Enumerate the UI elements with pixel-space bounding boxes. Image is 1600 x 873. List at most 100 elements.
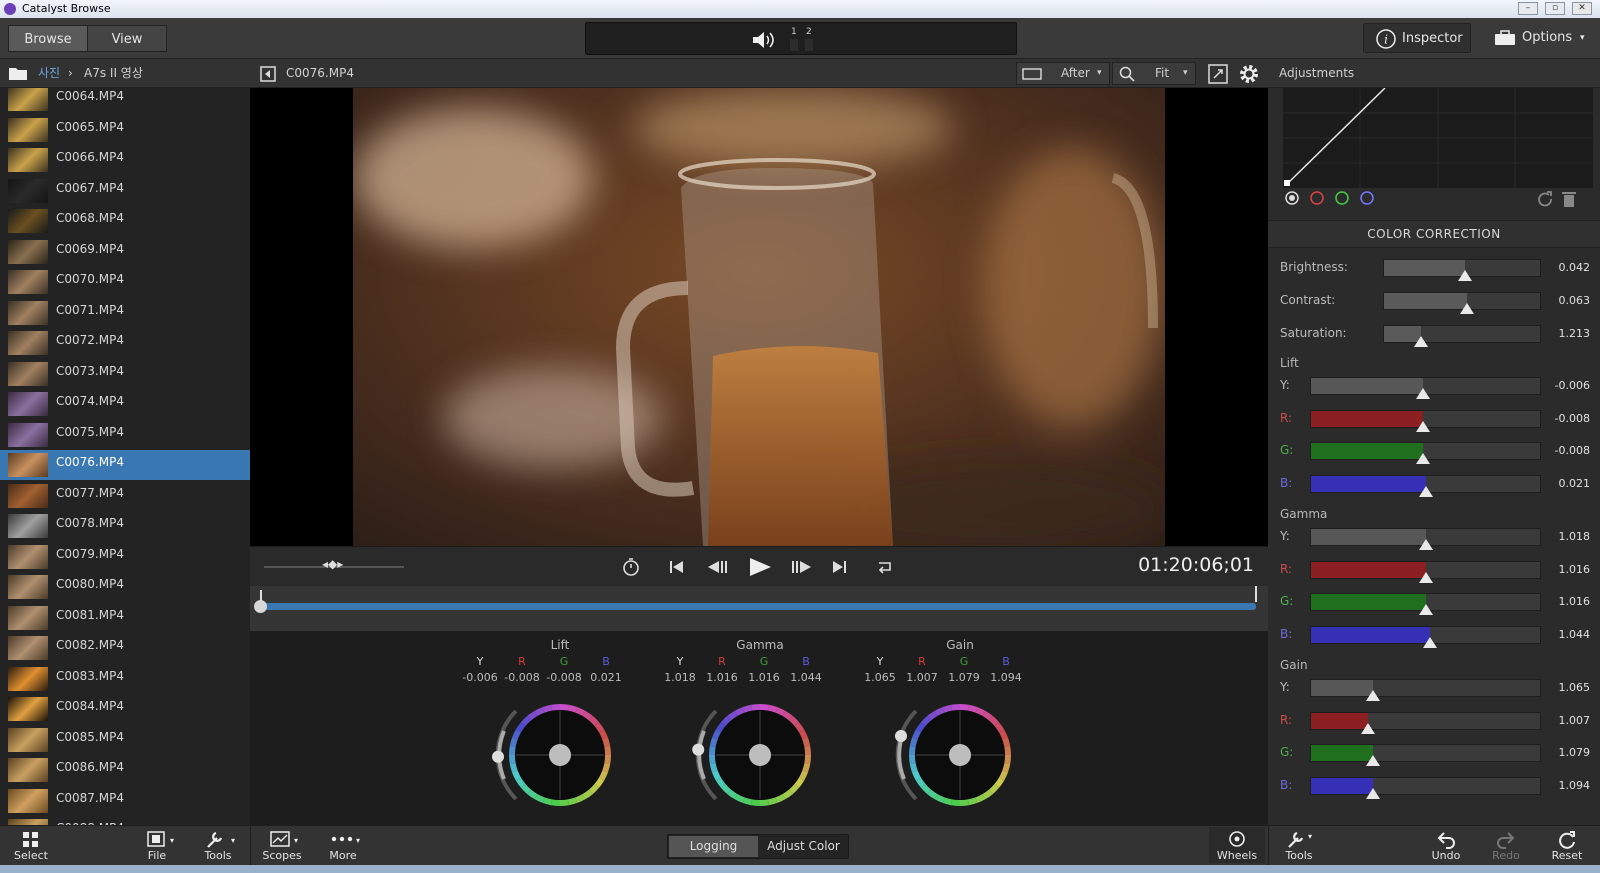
clip-list-item[interactable]: C0080.MP4 [0, 572, 250, 602]
loop-icon[interactable] [875, 558, 895, 576]
wheel-master-knob[interactable] [692, 743, 705, 756]
brightness-slider[interactable] [1383, 259, 1541, 281]
tab-view[interactable]: View [87, 25, 167, 52]
gamma-r-slider[interactable] [1310, 560, 1541, 583]
clip-list-item[interactable]: C0075.MP4 [0, 420, 250, 450]
logging-tab[interactable]: Logging [669, 836, 758, 857]
clip-list-item[interactable]: C0065.MP4 [0, 115, 250, 145]
clip-list-item[interactable]: C0088.MP4 [0, 816, 250, 825]
tab-browse[interactable]: Browse [8, 25, 88, 52]
gamma-b-slider[interactable] [1310, 626, 1541, 649]
lift-y-slider[interactable] [1310, 377, 1541, 399]
clip-list-item[interactable]: C0087.MP4 [0, 786, 250, 816]
select-button[interactable]: Select [6, 829, 56, 862]
options-button[interactable]: Options ▾ [1484, 23, 1592, 53]
gain-b-slider-handle[interactable] [1365, 788, 1380, 800]
color-wheel[interactable] [880, 690, 1020, 820]
clip-list-item[interactable]: C0077.MP4 [0, 481, 250, 511]
trash-icon[interactable] [1561, 190, 1577, 208]
tools-button[interactable]: ▾ Tools [193, 829, 243, 862]
clip-list-item[interactable]: C0086.MP4 [0, 755, 250, 785]
lift-g-slider-handle[interactable] [1416, 453, 1431, 465]
reset-curve-icon[interactable] [1536, 190, 1554, 208]
lift-b-slider[interactable] [1310, 475, 1541, 498]
adjust-color-tab[interactable]: Adjust Color [759, 836, 848, 857]
skip-to-start-icon[interactable] [668, 558, 686, 576]
gain-y-slider[interactable] [1310, 679, 1541, 701]
clip-list-item[interactable]: C0066.MP4 [0, 145, 250, 175]
curve-red-dot[interactable] [1310, 191, 1324, 205]
stopwatch-icon[interactable] [621, 557, 641, 577]
video-frame[interactable] [353, 88, 1165, 546]
clip-list-item[interactable]: C0069.MP4 [0, 237, 250, 267]
clip-list-item[interactable]: C0084.MP4 [0, 694, 250, 724]
scopes-button[interactable]: ▾ Scopes [257, 829, 307, 862]
fullscreen-icon[interactable] [1208, 64, 1228, 84]
color-wheel[interactable] [680, 690, 820, 820]
inspector-button[interactable]: i Inspector [1363, 23, 1471, 53]
gamma-y-slider[interactable] [1310, 528, 1541, 550]
view-mode-select[interactable]: After ▾ [1016, 62, 1110, 85]
clip-list-item[interactable]: C0079.MP4 [0, 542, 250, 572]
minimize-button[interactable]: – [1518, 2, 1538, 15]
gain-g-slider[interactable] [1310, 744, 1541, 767]
saturation-slider[interactable] [1383, 325, 1541, 347]
clip-list-item[interactable]: C0064.MP4 [0, 88, 250, 114]
clip-list[interactable]: C0064.MP4 C0065.MP4 C0066.MP4 C0067.MP4 C006… [0, 88, 250, 825]
saturation-slider-handle[interactable] [1414, 336, 1429, 347]
out-point-marker[interactable] [1255, 586, 1257, 602]
wheel-master-knob[interactable] [894, 729, 907, 742]
timeline-range[interactable] [260, 603, 1256, 610]
curve-graph[interactable] [1283, 88, 1593, 188]
more-button[interactable]: ▾ More [318, 829, 368, 862]
clip-list-item[interactable]: C0078.MP4 [0, 511, 250, 541]
clip-list-item[interactable]: C0085.MP4 [0, 725, 250, 755]
gamma-g-slider[interactable] [1310, 593, 1541, 616]
speaker-icon[interactable] [751, 30, 775, 50]
skip-to-end-icon[interactable] [830, 558, 848, 576]
clip-list-item[interactable]: C0081.MP4 [0, 603, 250, 633]
curve-green-dot[interactable] [1335, 191, 1349, 205]
gamma-y-slider-handle[interactable] [1418, 539, 1433, 550]
clip-list-item[interactable]: C0067.MP4 [0, 176, 250, 206]
lift-g-slider[interactable] [1310, 442, 1541, 465]
reset-button[interactable]: Reset [1542, 829, 1592, 862]
gamma-r-slider-handle[interactable] [1418, 571, 1433, 583]
color-wheel[interactable] [480, 690, 620, 820]
gain-g-slider-handle[interactable] [1365, 755, 1380, 767]
clip-list-item[interactable]: C0068.MP4 [0, 206, 250, 236]
clip-list-item[interactable]: C0076.MP4 [0, 450, 250, 480]
brightness-slider-handle[interactable] [1458, 270, 1473, 281]
wheel-master-knob[interactable] [492, 750, 505, 763]
undo-button[interactable]: Undo [1421, 829, 1471, 862]
clip-list-item[interactable]: C0073.MP4 [0, 359, 250, 389]
lift-r-slider[interactable] [1310, 409, 1541, 432]
lift-y-slider-handle[interactable] [1416, 388, 1431, 399]
breadcrumb-folder-2[interactable]: A7s II 영상 [84, 59, 143, 88]
step-forward-icon[interactable] [790, 558, 814, 576]
redo-button[interactable]: Redo [1481, 829, 1531, 862]
wheel-center-puck[interactable] [749, 744, 771, 766]
adjust-tools-button[interactable]: ▾ Tools [1274, 829, 1324, 862]
gain-b-slider[interactable] [1310, 777, 1541, 800]
clip-list-item[interactable]: C0083.MP4 [0, 664, 250, 694]
wheels-button[interactable]: Wheels [1209, 827, 1265, 863]
shuttle-handle[interactable]: ◂◆▸ [322, 557, 343, 571]
breadcrumb-folder-1[interactable]: 사진 [38, 59, 60, 88]
maximize-button[interactable]: ▫ [1545, 2, 1565, 15]
gain-r-slider[interactable] [1310, 711, 1541, 734]
clip-list-item[interactable]: C0071.MP4 [0, 298, 250, 328]
close-button[interactable]: ✕ [1572, 2, 1592, 15]
lift-b-slider-handle[interactable] [1418, 486, 1433, 498]
wheel-center-puck[interactable] [949, 744, 971, 766]
gear-icon[interactable] [1238, 63, 1260, 85]
clip-list-item[interactable]: C0070.MP4 [0, 267, 250, 297]
gamma-g-slider-handle[interactable] [1418, 604, 1433, 616]
lift-r-slider-handle[interactable] [1416, 420, 1431, 432]
curve-blue-dot[interactable] [1360, 191, 1374, 205]
clip-list-item[interactable]: C0072.MP4 [0, 328, 250, 358]
play-icon[interactable] [747, 556, 773, 578]
folder-icon[interactable] [8, 66, 28, 81]
zoom-select[interactable]: Fit ▾ [1112, 62, 1196, 85]
contrast-slider[interactable] [1383, 292, 1541, 314]
